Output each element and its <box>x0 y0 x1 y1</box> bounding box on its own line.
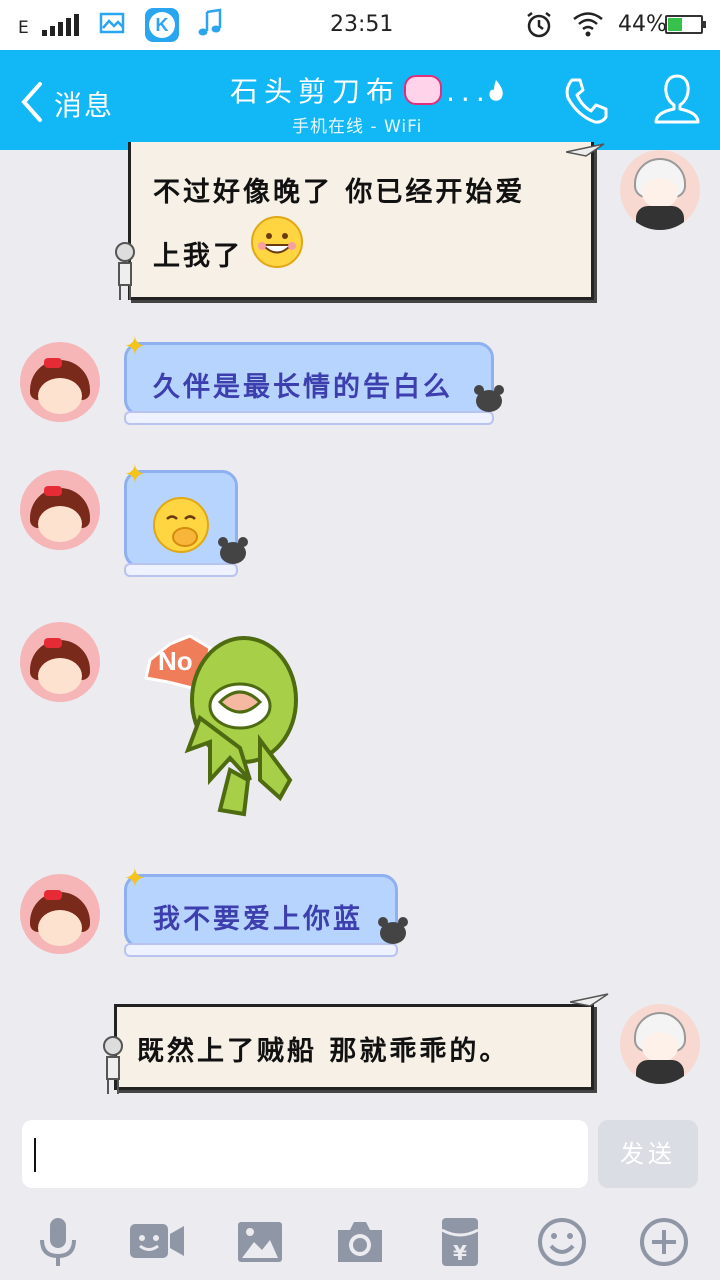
emoji-icon[interactable] <box>534 1216 590 1268</box>
red-packet-icon[interactable]: ¥ <box>432 1216 488 1268</box>
phone-icon[interactable] <box>562 76 610 126</box>
grin-emoji <box>251 216 303 268</box>
status-bar: E K 23:51 44% <box>0 0 720 50</box>
text-caret <box>34 1138 36 1172</box>
chibi-figure <box>100 1036 126 1096</box>
paper-bubble[interactable]: 不过好像晚了 你已经开始爱 上我了 <box>128 142 594 300</box>
message-text: 不过好像晚了 你已经开始爱 <box>153 177 526 208</box>
bear-icon <box>218 537 248 564</box>
message-text: 既然上了贼船 那就乖乖的。 <box>137 1036 510 1067</box>
message-text: 我不要爱上你蓝 <box>153 904 363 935</box>
message-text: 上我了 <box>153 241 243 272</box>
contact-profile-icon[interactable] <box>652 72 702 126</box>
chat-bubble[interactable]: 久伴是最长情的告白么 <box>124 342 494 425</box>
battery-icon <box>665 15 706 34</box>
my-avatar[interactable] <box>620 1004 700 1084</box>
flame-icon <box>489 80 503 101</box>
chat-title[interactable]: 石头剪刀布... <box>230 70 520 110</box>
star-icon: ✦ <box>124 460 146 490</box>
bear-icon <box>474 385 504 412</box>
my-avatar[interactable] <box>620 150 700 230</box>
contact-avatar[interactable] <box>20 342 100 422</box>
yuan-symbol: ¥ <box>453 1241 467 1265</box>
chibi-figure <box>112 242 138 302</box>
bear-icon <box>378 917 408 944</box>
network-type: E <box>18 18 29 38</box>
back-label: 消息 <box>54 89 115 122</box>
kugou-icon: K <box>145 8 179 42</box>
alarm-icon <box>527 12 551 38</box>
paper-plane-icon <box>566 143 605 157</box>
gallery-icon <box>99 12 125 34</box>
composer: 发送 <box>0 1104 720 1204</box>
send-button[interactable]: 发送 <box>598 1120 698 1188</box>
paper-plane-icon <box>570 993 609 1007</box>
sticker-text: No <box>158 646 193 676</box>
contact-name: 石头剪刀布 <box>230 75 401 108</box>
plus-icon[interactable] <box>636 1216 692 1268</box>
microphone-icon[interactable] <box>30 1216 86 1268</box>
input-toolbar: ¥ <box>0 1204 720 1280</box>
music-icon <box>198 8 222 36</box>
contact-avatar[interactable] <box>20 622 100 702</box>
camera-icon[interactable] <box>332 1216 388 1268</box>
signal-icon <box>42 14 80 36</box>
message-text: 久伴是最长情的告白么 <box>153 372 453 403</box>
contact-avatar[interactable] <box>20 470 100 550</box>
online-status: 手机在线 - WiFi <box>292 117 423 137</box>
back-chevron-icon <box>21 82 42 122</box>
title-ellipsis: ... <box>446 75 491 108</box>
chat-header: 消息 石头剪刀布... 手机在线 - WiFi <box>0 50 720 150</box>
wifi-icon <box>573 12 603 37</box>
battery-percent: 44% <box>618 12 667 37</box>
clock: 23:51 <box>330 12 394 37</box>
paper-bubble[interactable]: 既然上了贼船 那就乖乖的。 <box>114 1004 594 1090</box>
video-icon[interactable] <box>128 1216 184 1268</box>
image-icon[interactable] <box>232 1216 288 1268</box>
back-button[interactable]: 消息 <box>18 76 128 126</box>
contact-avatar[interactable] <box>20 874 100 954</box>
star-icon: ✦ <box>124 864 146 894</box>
message-input[interactable] <box>22 1120 588 1188</box>
chat-bubble[interactable]: 我不要爱上你蓝 <box>124 874 398 957</box>
giggle-emoji <box>153 497 209 553</box>
no-sticker[interactable]: No <box>140 630 310 826</box>
star-icon: ✦ <box>124 332 146 362</box>
fist-icon <box>404 75 443 105</box>
